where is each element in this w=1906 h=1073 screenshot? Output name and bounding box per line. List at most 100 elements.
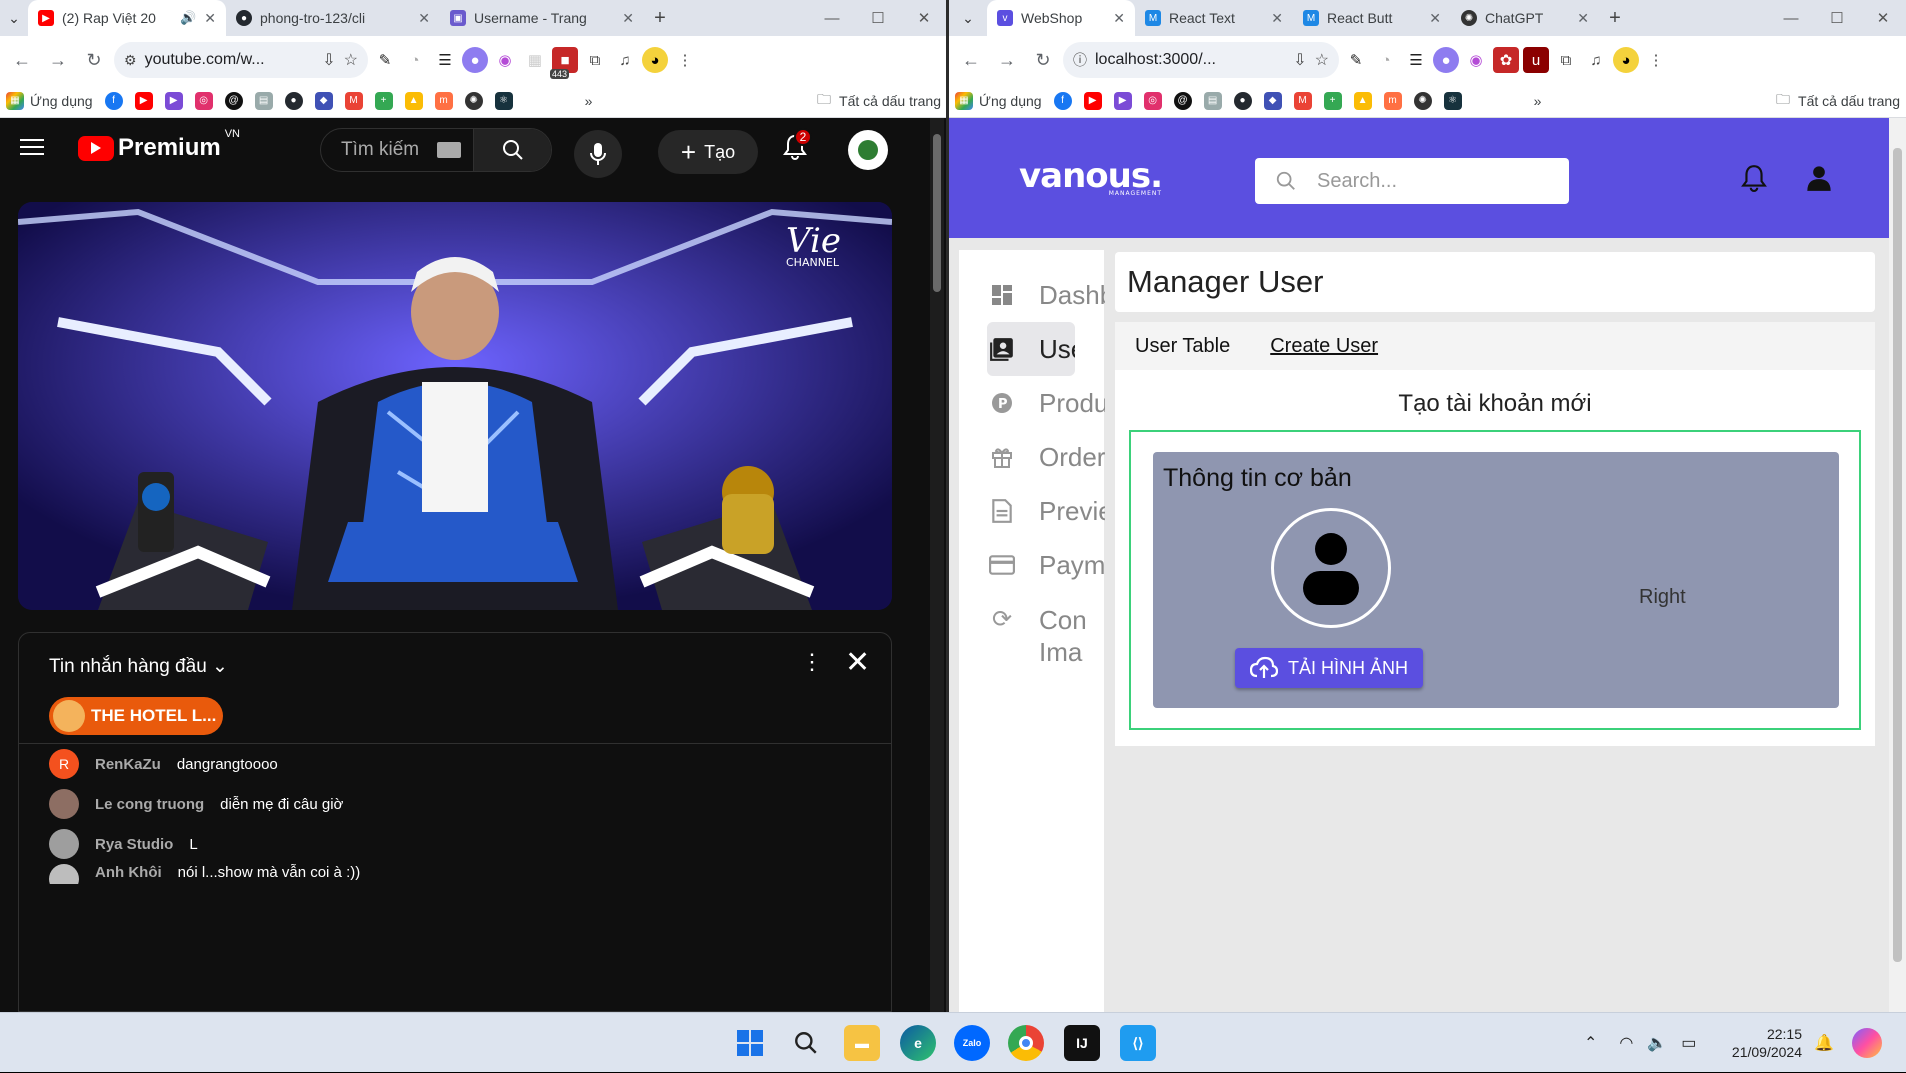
hamburger-menu-icon[interactable] <box>20 134 44 160</box>
extension-icon[interactable]: ◔ <box>1373 47 1399 73</box>
more-bookmarks-icon[interactable]: » <box>1534 93 1542 109</box>
chatgpt-icon[interactable]: ✺ <box>464 91 483 110</box>
site-settings-icon[interactable]: ⚙ <box>124 52 137 69</box>
close-window-icon[interactable]: ✕ <box>901 0 947 36</box>
sidebar-item-dashboard[interactable]: Dashboard <box>987 268 1105 322</box>
minimize-icon[interactable]: — <box>809 0 855 36</box>
tab-close-icon[interactable]: ✕ <box>204 10 216 27</box>
tab-search-icon[interactable]: ⌄ <box>0 0 28 36</box>
notification-bell-icon[interactable] <box>1741 164 1767 197</box>
edge-icon[interactable]: e <box>900 1025 936 1061</box>
forward-icon[interactable]: → <box>991 44 1023 76</box>
bookmark-star-icon[interactable]: ☆ <box>344 50 358 70</box>
tab-react-text[interactable]: M React Text ✕ <box>1135 0 1293 36</box>
clock[interactable]: 22:15 21/09/2024 <box>1718 1025 1802 1061</box>
facebook-icon[interactable]: f <box>1053 91 1072 110</box>
all-bookmarks[interactable]: 🗀 Tất cả dấu trang <box>1776 89 1900 113</box>
intellij-icon[interactable]: IJ <box>1064 1025 1100 1061</box>
brand-logo[interactable]: vanous. MANAGEMENT <box>1019 156 1163 197</box>
voice-search-button[interactable] <box>574 130 622 178</box>
gmail-icon[interactable]: M <box>344 91 363 110</box>
chat-mode-dropdown[interactable]: Tin nhắn hàng đầu ⌄ <box>49 655 228 678</box>
profile-avatar-icon[interactable]: ◕ <box>1613 47 1639 73</box>
tab-close-icon[interactable]: ✕ <box>622 10 634 27</box>
user-account-icon[interactable] <box>1805 164 1833 197</box>
sidebar-item-product[interactable]: P Product <box>987 376 1105 430</box>
all-bookmarks[interactable]: 🗀 Tất cả dấu trang <box>817 89 941 113</box>
sheets-icon[interactable]: + <box>1323 91 1342 110</box>
apps-bookmark[interactable]: ▦ Ứng dụng <box>6 91 93 110</box>
file-explorer-icon[interactable]: ▬ <box>844 1025 880 1061</box>
menu-kebab-icon[interactable]: ⋮ <box>672 47 698 73</box>
puzzle-extensions-icon[interactable]: ⧉ <box>1553 47 1579 73</box>
bookmark-icon[interactable]: ◆ <box>1263 91 1282 110</box>
pen-extension-icon[interactable]: ✎ <box>372 47 398 73</box>
back-icon[interactable]: ← <box>955 44 987 76</box>
sidebar-item-order[interactable]: Order <box>987 430 1105 484</box>
page-scrollbar[interactable] <box>930 118 944 1012</box>
menu-kebab-icon[interactable]: ⋮ <box>1643 47 1669 73</box>
close-chat-icon[interactable]: ✕ <box>845 645 870 680</box>
show-hidden-icons-chevron-icon[interactable]: ⌃ <box>1584 1033 1597 1053</box>
pen-extension-icon[interactable]: ✎ <box>1343 47 1369 73</box>
instagram-icon[interactable]: ◎ <box>194 91 213 110</box>
zalo-icon[interactable]: Zalo <box>954 1025 990 1061</box>
youtube-icon[interactable]: ▶ <box>1083 91 1102 110</box>
youtube-premium-logo[interactable]: Premium VN <box>78 128 240 162</box>
bookmark-icon[interactable]: ⚛ <box>494 91 513 110</box>
keyboard-icon[interactable] <box>437 142 461 158</box>
media-controls-icon[interactable]: ♫ <box>612 47 638 73</box>
tab-create-user[interactable]: Create User <box>1270 335 1378 358</box>
extension-icon[interactable]: ● <box>462 47 488 73</box>
create-button[interactable]: + Tạo <box>658 130 758 174</box>
tab-search-icon[interactable]: ⌄ <box>949 0 987 36</box>
broadcast-extension-icon[interactable]: ◉ <box>492 47 518 73</box>
minimize-icon[interactable]: — <box>1768 0 1814 36</box>
facebook-icon[interactable]: f <box>104 91 123 110</box>
account-avatar[interactable] <box>848 130 888 170</box>
ublock-extension-icon[interactable]: u <box>1523 47 1549 73</box>
reload-icon[interactable]: ↻ <box>78 44 110 76</box>
equalizer-extension-icon[interactable]: ☰ <box>432 47 458 73</box>
pinned-chip[interactable]: THE HOTEL L... <box>49 697 223 735</box>
sidebar-item-convert[interactable]: ⟳ Con Ima <box>987 592 1105 662</box>
wifi-icon[interactable]: ◠ <box>1619 1033 1633 1053</box>
media-controls-icon[interactable]: ♫ <box>1583 47 1609 73</box>
sidebar-item-preview[interactable]: Preview <box>987 484 1105 538</box>
notification-center-icon[interactable]: 🔔 <box>1814 1013 1834 1073</box>
extension-icon[interactable]: ✿ <box>1493 47 1519 73</box>
install-icon[interactable]: ⇩ <box>322 50 335 70</box>
drive-icon[interactable]: ▲ <box>1353 91 1372 110</box>
play-icon[interactable]: ▶ <box>1113 91 1132 110</box>
copilot-icon[interactable] <box>1852 1028 1882 1058</box>
battery-icon[interactable]: ▭ <box>1681 1033 1696 1053</box>
extension-icon[interactable]: ● <box>1433 47 1459 73</box>
tab-close-icon[interactable]: ✕ <box>1577 10 1589 27</box>
tab-close-icon[interactable]: ✕ <box>1113 10 1125 27</box>
close-window-icon[interactable]: ✕ <box>1860 0 1906 36</box>
tab-close-icon[interactable]: ✕ <box>1429 10 1441 27</box>
new-tab-button[interactable]: + <box>644 0 676 36</box>
tab-youtube[interactable]: ▶ (2) Rap Việt 20 🔊 ✕ <box>28 0 226 36</box>
maximize-icon[interactable]: ☐ <box>1814 0 1860 36</box>
tab-chatgpt[interactable]: ✺ ChatGPT ✕ <box>1451 0 1599 36</box>
address-bar[interactable]: ⓘ localhost:3000/... ⇩ ☆ <box>1063 42 1339 78</box>
bookmark-icon[interactable]: ▤ <box>254 91 273 110</box>
bookmark-icon[interactable]: m <box>1383 91 1402 110</box>
search-button[interactable] <box>473 129 551 171</box>
new-tab-button[interactable]: + <box>1599 0 1631 36</box>
ublock-extension-icon[interactable]: ■ 443 <box>550 47 578 79</box>
bookmark-icon[interactable]: ◆ <box>314 91 333 110</box>
start-windows-icon[interactable] <box>732 1025 768 1061</box>
tab-close-icon[interactable]: ✕ <box>1271 10 1283 27</box>
app-search-input[interactable]: Search... <box>1255 158 1569 204</box>
bookmark-star-icon[interactable]: ☆ <box>1315 50 1329 70</box>
upload-image-button[interactable]: TẢI HÌNH ẢNH <box>1235 648 1423 688</box>
profile-avatar-icon[interactable]: ◕ <box>642 47 668 73</box>
more-options-icon[interactable]: ⋮ <box>801 649 823 675</box>
install-icon[interactable]: ⇩ <box>1293 50 1306 70</box>
page-scrollbar[interactable] <box>1889 118 1906 1012</box>
sidebar-item-payment[interactable]: Payment <box>987 538 1105 592</box>
taskbar-search-icon[interactable] <box>788 1025 824 1061</box>
sheets-icon[interactable]: + <box>374 91 393 110</box>
